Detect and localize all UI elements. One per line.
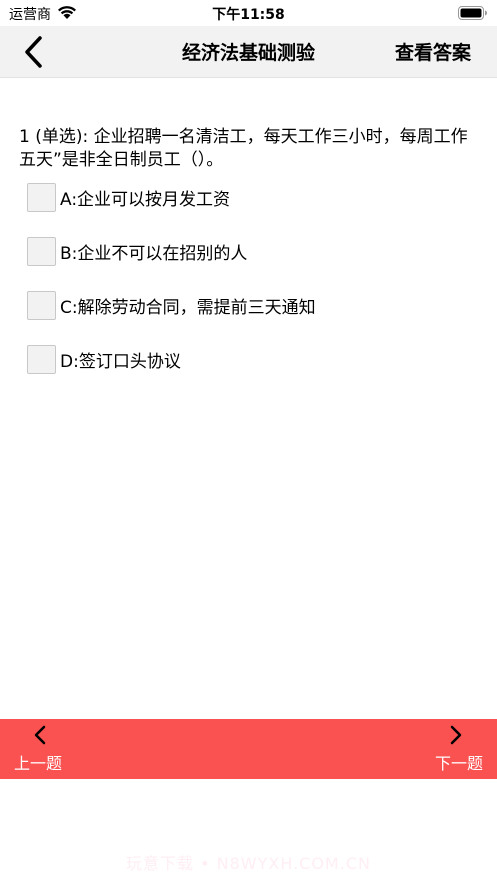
next-question-label: 下一题 — [434, 754, 483, 773]
option-label: D:签订口头协议 — [60, 351, 181, 372]
status-bar: 运营商 下午11:58 — [0, 0, 497, 26]
next-question-button[interactable]: 下一题 — [387, 719, 497, 779]
chevron-left-icon — [34, 725, 46, 745]
battery-icon — [458, 6, 487, 20]
option-d[interactable]: D:签订口头协议 — [27, 344, 181, 374]
checkbox-icon[interactable] — [27, 236, 56, 266]
view-answer-button[interactable]: 查看答案 — [395, 38, 471, 65]
option-a[interactable]: A:企业可以按月发工资 — [27, 182, 230, 212]
back-button[interactable] — [14, 32, 54, 72]
option-label: B:企业不可以在招别的人 — [60, 243, 248, 264]
chevron-right-icon — [450, 725, 462, 745]
previous-question-label: 上一题 — [14, 754, 63, 773]
previous-question-button[interactable]: 上一题 — [0, 719, 110, 779]
checkbox-icon[interactable] — [27, 182, 56, 212]
checkbox-icon[interactable] — [27, 344, 56, 374]
option-label: C:解除劳动合同，需提前三天通知 — [60, 297, 316, 318]
status-time: 下午11:58 — [212, 7, 285, 23]
option-b[interactable]: B:企业不可以在招别的人 — [27, 236, 247, 266]
question-text: 1 (单选): 企业招聘一名清洁工，每天工作三小时，每周工作五天”是非全日制员工… — [19, 127, 468, 170]
option-c[interactable]: C:解除劳动合同，需提前三天通知 — [27, 290, 316, 320]
option-label: A:企业可以按月发工资 — [60, 189, 231, 210]
chevron-left-icon — [25, 36, 42, 68]
checkbox-icon[interactable] — [27, 290, 56, 320]
watermark: 玩意下载 • N8WYXH.COM.CN — [126, 854, 371, 873]
navigation-bar: 经济法基础测验 查看答案 — [0, 26, 497, 78]
question-navigation-bar: 上一题 下一题 — [0, 719, 497, 779]
